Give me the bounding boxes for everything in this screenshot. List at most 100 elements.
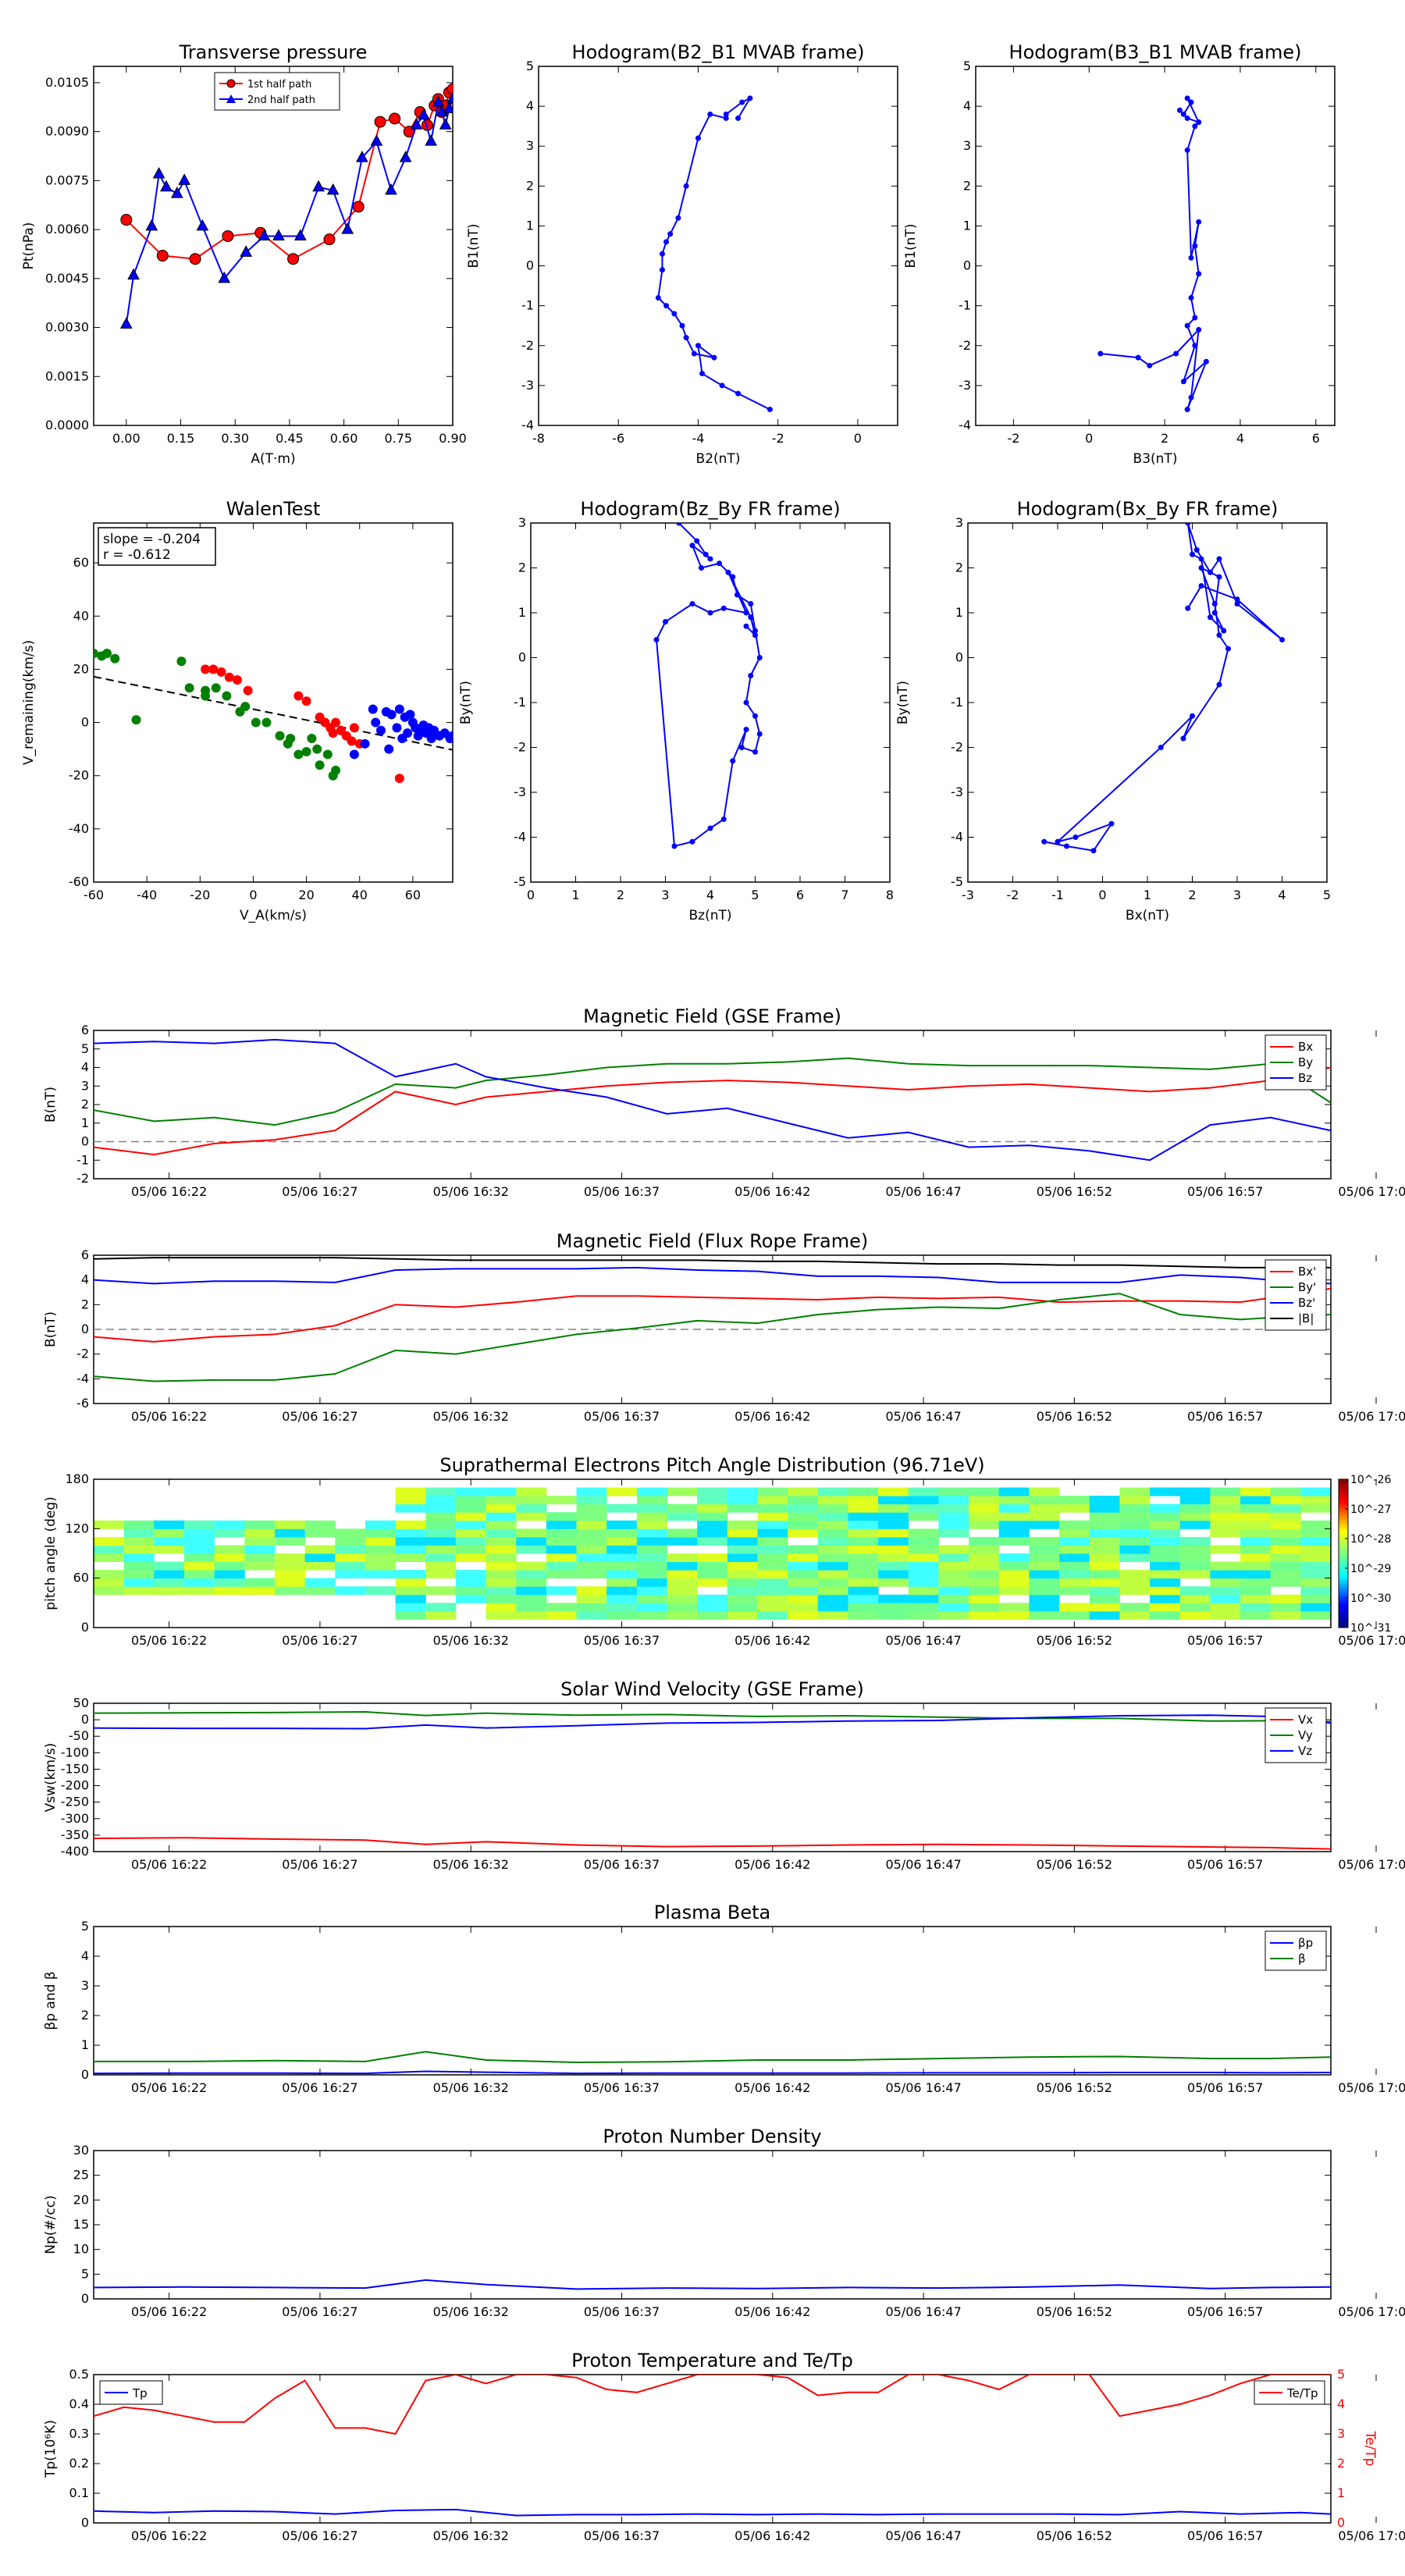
x-tick-label: 40 <box>352 888 368 902</box>
y-axis-label: B1(nT) <box>903 224 919 269</box>
heatmap-cell <box>969 1553 1000 1563</box>
heatmap-cell <box>1179 1594 1211 1603</box>
heatmap-cell <box>1029 1610 1060 1620</box>
data-layer <box>94 648 453 784</box>
x-tick-label: 05/06 17:02 <box>1338 2304 1405 2319</box>
heatmap-cell <box>1179 1603 1211 1612</box>
y-tick-label: 20 <box>73 2192 89 2207</box>
heatmap-cell <box>908 1610 939 1620</box>
data-point <box>1188 99 1194 105</box>
data-point <box>1221 628 1227 634</box>
heatmap-cell <box>183 1561 215 1571</box>
x-tick-label: 05/06 16:42 <box>735 2528 810 2543</box>
y-tick-label: 10 <box>73 2242 89 2257</box>
heatmap-cell <box>636 1503 668 1513</box>
heatmap-cell <box>576 1520 607 1529</box>
data-point <box>349 749 359 760</box>
x-tick-label: 1 <box>1144 888 1151 902</box>
x-tick-label: 05/06 16:37 <box>584 1633 660 1648</box>
x-tick-label: 0.30 <box>221 431 249 446</box>
data-point <box>322 749 333 760</box>
heatmap-cell <box>817 1594 848 1603</box>
data-point <box>160 180 173 192</box>
heatmap-cell <box>1179 1536 1211 1546</box>
data-point <box>1173 350 1179 357</box>
data-point <box>743 623 749 629</box>
heatmap-cell <box>1089 1545 1120 1554</box>
x-tick-label: 05/06 16:57 <box>1187 1409 1263 1424</box>
x-axis-label: Bx(nT) <box>1126 908 1169 923</box>
colorbar-tick-label: 10^-30 <box>1350 1592 1391 1605</box>
chart-title: Hodogram(B3_B1 MVAB frame) <box>1009 41 1302 63</box>
data-point <box>675 215 681 221</box>
y-tick-label: 0 <box>963 258 971 273</box>
heatmap-cell <box>425 1553 457 1563</box>
heatmap-cell <box>1089 1496 1120 1505</box>
y2-axis-label: Te/Tp <box>1362 2431 1378 2467</box>
heatmap-cell <box>817 1512 848 1521</box>
heatmap-cell <box>998 1487 1030 1496</box>
chart-title: Hodogram(Bz_By FR frame) <box>580 498 840 520</box>
heatmap-cell <box>94 1578 125 1587</box>
x-tick-label: -2 <box>1007 431 1019 446</box>
heatmap-cell <box>425 1561 457 1571</box>
data-layer <box>1097 95 1209 413</box>
data-point <box>1203 358 1209 365</box>
heatmap-cell <box>516 1496 547 1505</box>
x-tick-label: -3 <box>962 888 974 902</box>
heatmap-cell <box>848 1561 879 1571</box>
data-point <box>1158 745 1164 750</box>
x-tick-label: 05/06 16:52 <box>1037 2304 1112 2319</box>
chart-vsw: Solar Wind Velocity (GSE Frame) 50 0-50 -10… <box>43 1678 1405 1872</box>
chart-title: Suprathermal Electrons Pitch Angle Distr… <box>439 1454 984 1476</box>
heatmap-cell <box>969 1610 1000 1620</box>
heatmap-cell <box>727 1603 758 1612</box>
heatmap-cell <box>1270 1528 1301 1538</box>
heatmap-cell <box>395 1503 426 1513</box>
heatmap-cell <box>576 1545 607 1554</box>
y-axis-label: By(nT) <box>458 681 474 724</box>
heatmap-cell <box>908 1545 939 1554</box>
data-point <box>224 672 234 682</box>
heatmap-cell <box>1300 1586 1331 1596</box>
heatmap-cell <box>1210 1578 1241 1587</box>
data-point <box>1147 362 1153 368</box>
chart-title: WalenTest <box>226 498 321 520</box>
legend-label: 2nd half path <box>247 94 315 106</box>
heatmap-cell <box>1029 1503 1060 1513</box>
heatmap-cell <box>214 1586 245 1596</box>
heatmap-cell <box>1089 1610 1120 1620</box>
heatmap-cell <box>908 1503 939 1513</box>
heatmap-cell <box>969 1496 1000 1505</box>
heatmap-cell <box>546 1496 578 1505</box>
heatmap-cell <box>1300 1578 1331 1587</box>
heatmap-cell <box>1300 1553 1331 1563</box>
heatmap-cell <box>244 1586 276 1596</box>
heatmap-cell <box>727 1496 758 1505</box>
heatmap-cell <box>1240 1487 1272 1496</box>
data-layer <box>94 2279 1331 2290</box>
heatmap-cell <box>1270 1487 1301 1496</box>
heatmap-cell <box>697 1496 728 1505</box>
y-tick-label: 15 <box>73 2217 89 2232</box>
heatmap-cell <box>94 1536 125 1546</box>
heatmap-cell <box>908 1578 939 1587</box>
y-tick-label: 5 <box>81 1919 89 1934</box>
heatmap-cell <box>998 1586 1030 1596</box>
heatmap-cell <box>244 1520 276 1529</box>
x-tick-label: 05/06 16:37 <box>584 2304 660 2319</box>
data-point <box>240 702 251 712</box>
heatmap-cell <box>576 1536 607 1546</box>
y2-tick-label: 2 <box>1337 2456 1345 2471</box>
y-tick-label: 0.0000 <box>45 418 89 432</box>
y-tick-label: -5 <box>514 874 526 889</box>
heatmap-cell <box>1179 1503 1211 1513</box>
data-point <box>667 231 674 237</box>
x-tick-label: -6 <box>612 431 624 446</box>
data-layer <box>94 2375 1331 2517</box>
x-tick-label: 20 <box>298 888 314 902</box>
data-point <box>725 569 731 575</box>
x-tick-label: 8 <box>886 888 894 902</box>
heatmap-cell <box>154 1570 185 1579</box>
heatmap-cell <box>1210 1487 1241 1496</box>
